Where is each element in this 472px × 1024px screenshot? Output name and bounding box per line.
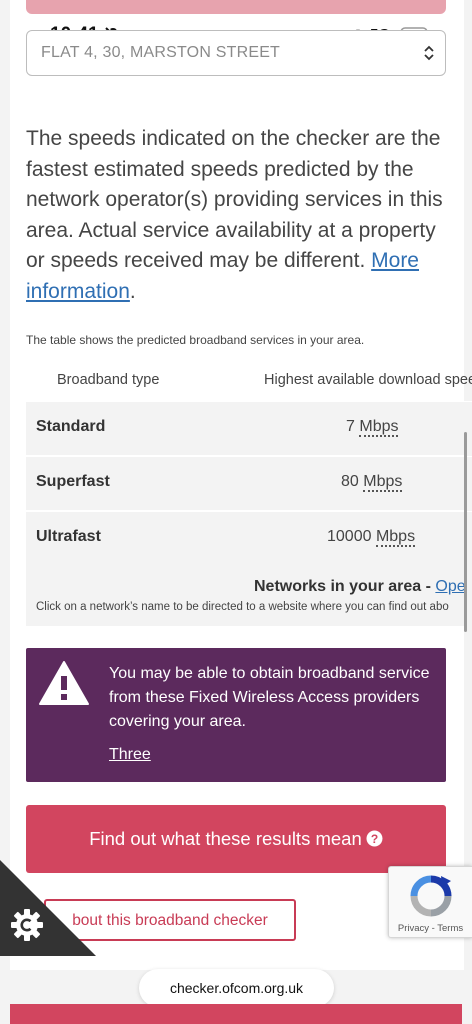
results-meaning-text: Find out what these results mean [89, 828, 362, 849]
address-bar[interactable]: checker.ofcom.org.uk [139, 969, 334, 1007]
table-row: Standard 7 Mbps [26, 401, 472, 455]
recaptcha-badge[interactable]: Privacy - Terms [388, 866, 472, 938]
table-row: Superfast 80 Mbps [26, 456, 472, 510]
row-type-superfast: Superfast [36, 473, 110, 490]
recaptcha-logo-icon [410, 875, 452, 917]
speed-value: 80 [341, 473, 359, 490]
results-meaning-label: Find out what these results mean? [26, 828, 446, 850]
address-value: FLAT 4, 30, MARSTON STREET [41, 44, 281, 61]
broadband-table: Broadband type Highest available downloa… [26, 362, 472, 626]
bottom-banner-edge [10, 1004, 462, 1024]
top-banner-edge [26, 0, 446, 14]
networks-open-link[interactable]: Ope [435, 578, 465, 595]
table-row: Ultrafast 10000 Mbps [26, 511, 472, 565]
row-type-standard: Standard [36, 418, 106, 435]
svg-text:?: ? [371, 832, 378, 846]
speed-value: 10000 [327, 528, 372, 545]
row-type-ultrafast: Ultrafast [36, 528, 101, 545]
table-caption: The table shows the predicted broadband … [26, 333, 365, 347]
url-text: checker.ofcom.org.uk [169, 980, 304, 996]
networks-row: Networks in your area - Ope Click on a n… [26, 565, 472, 626]
recaptcha-links[interactable]: Privacy - Terms [389, 923, 472, 934]
fwa-notice: You may be able to obtain broadband serv… [26, 648, 446, 782]
speed-disclaimer: The speeds indicated on the checker are … [26, 124, 446, 307]
row-speed-standard: 7 Mbps [346, 418, 399, 437]
header-download-speed: Highest available download spee [264, 372, 472, 388]
chevron-updown-icon [424, 45, 434, 61]
speed-disclaimer-end: . [129, 279, 136, 303]
speed-unit: Mbps [359, 418, 399, 437]
fwa-message: You may be able to obtain broadband serv… [109, 665, 430, 730]
networks-title-text: Networks in your area - [254, 578, 436, 595]
warning-icon [39, 661, 89, 705]
speed-unit: Mbps [363, 473, 403, 492]
row-speed-ultrafast: 10000 Mbps [327, 528, 416, 547]
address-select[interactable]: FLAT 4, 30, MARSTON STREET [26, 30, 446, 76]
row-speed-superfast: 80 Mbps [341, 473, 403, 492]
speed-unit: Mbps [375, 528, 416, 547]
networks-description: Click on a network’s name to be directed… [36, 601, 449, 613]
networks-title: Networks in your area - Ope [254, 578, 466, 596]
cookie-gear-icon[interactable] [10, 908, 44, 942]
help-icon: ? [366, 830, 383, 847]
scrollbar[interactable] [464, 432, 467, 632]
header-broadband-type: Broadband type [57, 372, 160, 388]
provider-link-three[interactable]: Three [109, 746, 151, 764]
speed-value: 7 [346, 418, 355, 435]
